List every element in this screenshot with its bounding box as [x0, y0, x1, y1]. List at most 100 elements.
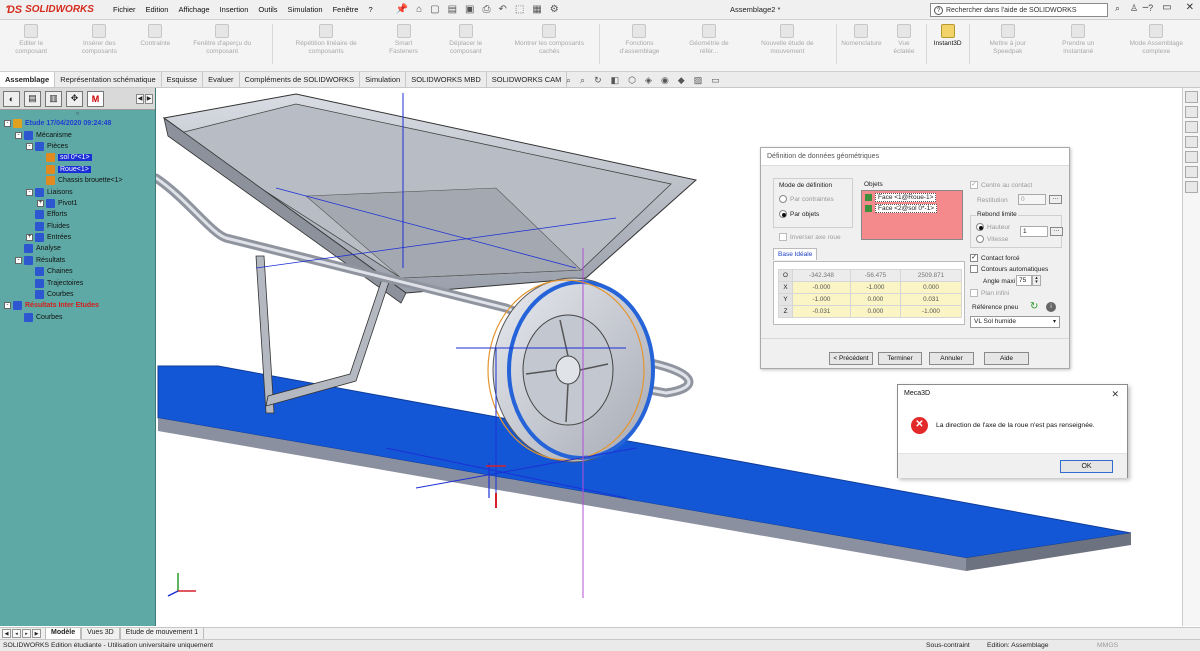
appearances-task-icon[interactable]	[1185, 166, 1198, 178]
home-icon[interactable]: ⌂	[416, 4, 422, 15]
expand-toggle-icon[interactable]: -	[4, 302, 11, 310]
command-tab-2[interactable]: Esquisse	[162, 72, 204, 87]
command-tab-3[interactable]: Evaluer	[203, 72, 240, 87]
ribbon-button-5[interactable]: Smart Fasteners	[377, 24, 430, 55]
grid-cell[interactable]: -1.000	[849, 281, 901, 294]
zoom-area-icon[interactable]: ⌕	[580, 75, 585, 86]
command-tab-4[interactable]: Compléments de SOLIDWORKS	[240, 72, 361, 87]
menu-item-1[interactable]: Edition	[141, 5, 174, 14]
refresh-icon[interactable]: ↻	[1030, 301, 1038, 312]
expand-toggle-icon[interactable]: -	[4, 120, 11, 128]
mode-contraintes-radio[interactable]: Par contraintes	[779, 195, 834, 203]
expand-toggle-icon[interactable]: +	[26, 234, 33, 242]
menu-item-5[interactable]: Simulation	[283, 5, 328, 14]
scroll-right-icon[interactable]: ▶	[145, 93, 153, 104]
view-palette-icon[interactable]	[1185, 151, 1198, 163]
new-file-icon[interactable]: ▢	[430, 4, 439, 15]
grid-cell[interactable]: 0.031	[899, 293, 963, 306]
close-icon[interactable]: ✕	[1111, 389, 1119, 400]
menu-item-4[interactable]: Outils	[253, 5, 282, 14]
zoom-fit-icon[interactable]: ⌕	[566, 75, 571, 86]
first-tab-icon[interactable]: ◀	[2, 629, 11, 638]
tree-node[interactable]: - Etude 17/04/2020 09:24:48	[4, 118, 155, 129]
scene-icon[interactable]: ▨	[694, 75, 703, 86]
tree-node[interactable]: + Pivot1	[4, 198, 155, 209]
tree-node[interactable]: Chaines	[4, 266, 155, 277]
tree-node[interactable]: - Liaisons	[4, 186, 155, 197]
vitesse-radio[interactable]: Vitesse	[976, 235, 1008, 243]
resources-task-icon[interactable]	[1185, 106, 1198, 118]
objet-item[interactable]: Face <1@Roue-1>	[865, 193, 959, 202]
help-search-field[interactable]: ? Rechercher dans l'aide de SOLIDWORKS	[930, 3, 1108, 17]
rebond-field[interactable]: 1	[1020, 226, 1048, 237]
select-icon[interactable]: ⬚	[515, 4, 524, 15]
ribbon-button-1[interactable]: Insérer des composants	[62, 24, 136, 55]
grid-cell[interactable]: 0.000	[849, 305, 901, 318]
command-tab-7[interactable]: SOLIDWORKS CAM	[487, 72, 568, 87]
ribbon-button-16[interactable]: Mode Assemblage complexe	[1113, 24, 1200, 55]
reference-pneu-select[interactable]: VL Sol humide ▾	[970, 316, 1060, 328]
ribbon-button-6[interactable]: Déplacer le composant	[430, 24, 501, 55]
contact-force-checkbox[interactable]: ✓ Contact forcé	[970, 254, 1020, 262]
expand-toggle-icon[interactable]: -	[26, 142, 33, 150]
tree-node[interactable]: Courbes	[4, 312, 155, 323]
search-icon[interactable]: ⌕	[1115, 3, 1120, 14]
custom-properties-icon[interactable]	[1185, 181, 1198, 193]
ok-button[interactable]: OK	[1060, 460, 1113, 473]
menu-item-7[interactable]: ?	[363, 5, 377, 14]
display-style-icon[interactable]: ◈	[645, 75, 652, 86]
undo-icon[interactable]: ↶	[498, 4, 506, 15]
save-icon[interactable]: ▣	[465, 4, 474, 15]
grid-cell[interactable]: -0.031	[792, 305, 851, 318]
grid-cell[interactable]: -1.000	[792, 293, 851, 306]
previous-button[interactable]: < Précédent	[829, 352, 873, 365]
inverser-axe-checkbox[interactable]: Inverser axe roue	[779, 233, 841, 241]
ribbon-button-3[interactable]: Fenêtre d'aperçu du composant	[174, 24, 270, 55]
restore-icon[interactable]: ▭	[1162, 2, 1171, 13]
tree-node[interactable]: - Mécanisme	[4, 129, 155, 140]
previous-view-icon[interactable]: ↻	[594, 75, 602, 86]
ribbon-button-7[interactable]: Montrer les composants cachés	[501, 24, 597, 55]
tree-node[interactable]: Analyse	[4, 243, 155, 254]
dimxpert-tab-icon[interactable]: ✥	[66, 90, 83, 107]
info-icon[interactable]: i	[1046, 302, 1056, 312]
base-ideale-tab[interactable]: Base Idéale	[773, 248, 818, 260]
tree-node[interactable]: sol 0*<1>	[4, 152, 155, 163]
ribbon-button-11[interactable]: Nomenclature	[839, 24, 885, 48]
hauteur-radio[interactable]: Hauteur	[976, 223, 1010, 231]
menu-item-3[interactable]: Insertion	[215, 5, 254, 14]
restitution-browse-button[interactable]: …	[1049, 195, 1062, 204]
angle-maxi-field[interactable]: 75	[1016, 275, 1032, 286]
open-file-icon[interactable]: ▤	[448, 4, 457, 15]
ribbon-button-13[interactable]: Instant3D	[929, 24, 967, 48]
appearance-icon[interactable]: ◆	[678, 75, 685, 86]
restitution-field[interactable]: 0	[1018, 194, 1046, 205]
mode-objets-radio[interactable]: Par objets	[779, 210, 819, 218]
bottom-tab-2[interactable]: Etude de mouvement 1	[119, 628, 205, 639]
centre-contact-checkbox[interactable]: ✓ Centre au contact	[970, 181, 1032, 189]
bottom-tab-1[interactable]: Vues 3D	[81, 628, 120, 639]
command-tab-5[interactable]: Simulation	[360, 72, 407, 87]
menu-item-0[interactable]: Fichier	[108, 5, 141, 14]
print-icon[interactable]: ⎙	[482, 4, 490, 15]
command-tab-6[interactable]: SOLIDWORKS MBD	[406, 72, 487, 87]
section-view-icon[interactable]: ◧	[611, 75, 620, 86]
ribbon-button-4[interactable]: Répétition linéaire de composants	[275, 24, 377, 55]
help-button[interactable]: Aide	[984, 352, 1029, 365]
tree-node[interactable]: Efforts	[4, 209, 155, 220]
ribbon-button-14[interactable]: Mettre à jour Speedpak	[972, 24, 1044, 55]
help-search-input[interactable]: Rechercher dans l'aide de SOLIDWORKS	[946, 7, 1077, 14]
prev-tab-icon[interactable]: ◂	[12, 629, 21, 638]
panel-grip[interactable]: ○	[0, 110, 155, 118]
hide-show-icon[interactable]: ◉	[661, 75, 669, 86]
view-orientation-icon[interactable]: ⬡	[628, 75, 636, 86]
command-tab-0[interactable]: Assemblage	[0, 72, 56, 87]
contours-auto-checkbox[interactable]: Contours automatiques	[970, 265, 1048, 273]
rebond-browse-button[interactable]: …	[1050, 227, 1063, 236]
tree-node[interactable]: - Résultats	[4, 255, 155, 266]
ribbon-button-12[interactable]: Vue éclatée	[884, 24, 923, 55]
feature-manager-tab-icon[interactable]: ◐	[3, 90, 20, 107]
tree-node[interactable]: - Pièces	[4, 141, 155, 152]
command-tab-1[interactable]: Représentation schématique	[55, 72, 162, 87]
objet-item[interactable]: Face <2@sol 0*-1>	[865, 204, 959, 213]
